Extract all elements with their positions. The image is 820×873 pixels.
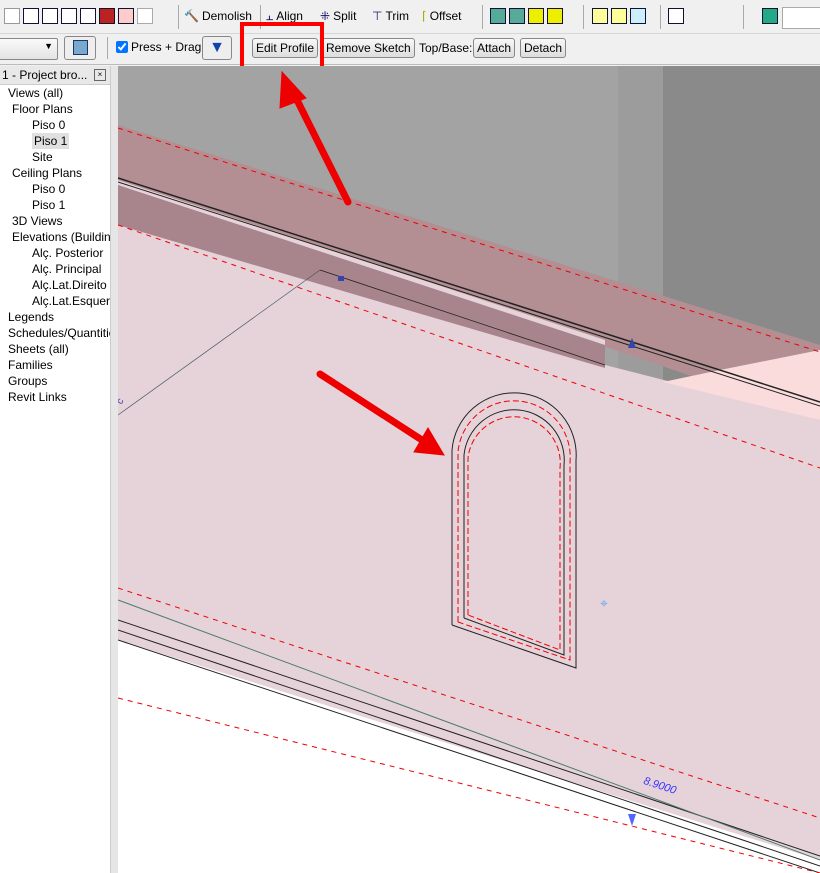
browser-item-label: Alç.Lat.Esquerd <box>32 294 117 308</box>
type-selector-dropdown[interactable]: ▼ <box>0 38 58 60</box>
browser-item[interactable]: Alç.Lat.Direito <box>0 277 110 293</box>
browser-item[interactable]: Site <box>0 149 110 165</box>
split-icon: ⁜ <box>320 9 331 23</box>
remove-sketch-button[interactable]: Remove Sketch <box>322 38 415 58</box>
eyedropper-icon[interactable] <box>23 8 39 24</box>
browser-item[interactable]: Families <box>0 357 110 373</box>
group-tools <box>490 6 563 26</box>
browser-item[interactable]: Alç. Principal <box>0 261 110 277</box>
browser-item[interactable]: Sheets (all) <box>0 341 110 357</box>
browser-item[interactable]: 3D Views <box>0 213 110 229</box>
browser-item-label: Groups <box>8 374 48 388</box>
browser-item[interactable]: Groups <box>0 373 110 389</box>
pen-icon[interactable] <box>42 8 58 24</box>
browser-item-label: Alç.Lat.Direito <box>32 278 107 292</box>
link-icon[interactable] <box>528 8 544 24</box>
browser-item-label: Revit Links <box>8 390 67 404</box>
project-browser: 1 - Project bro... × Views (all) Floor Pla… <box>0 66 117 873</box>
browser-item-label: Piso 1 <box>32 133 70 149</box>
properties-icon <box>73 40 88 55</box>
trim-button[interactable]: ⊤ Trim <box>372 6 409 26</box>
offset-icon: ⌈ <box>422 9 427 23</box>
browser-item[interactable]: Elevations (Building <box>0 229 117 245</box>
browser-item[interactable]: Piso 1 <box>0 197 110 213</box>
browser-item-label: Sheets (all) <box>8 342 69 356</box>
join-tools <box>592 6 646 26</box>
attach-button[interactable]: Attach <box>473 38 516 58</box>
browser-item[interactable]: Alç. Posterior <box>0 245 110 261</box>
browser-item-label: Alç. Principal <box>32 262 102 276</box>
browser-item-label: Views (all) <box>8 86 64 100</box>
project-browser-header: 1 - Project bro... × <box>0 66 110 85</box>
copy-icon[interactable] <box>61 8 77 24</box>
tool-icon[interactable] <box>4 8 20 24</box>
main-toolbar: 🔨 Demolish ⫠ Align ⁜ Split ⊤ Trim ⌈ Offset <box>0 0 820 34</box>
browser-item[interactable]: Legends <box>0 309 110 325</box>
browser-item-label: Families <box>8 358 53 372</box>
browser-item-label: Piso 1 <box>32 198 66 212</box>
ungroup-icon[interactable] <box>509 8 525 24</box>
wall-join-icon[interactable] <box>611 8 627 24</box>
browser-item-label: Piso 0 <box>32 182 66 196</box>
offset-button[interactable]: ⌈ Offset <box>422 6 461 26</box>
paint-icon[interactable] <box>99 8 115 24</box>
trim-icon: ⊤ <box>372 9 383 23</box>
grip-handle[interactable] <box>338 276 344 281</box>
browser-item[interactable]: Floor Plans <box>0 101 110 117</box>
detach-button[interactable]: Detach <box>520 38 567 58</box>
browser-item-label: Legends <box>8 310 55 324</box>
level-marker-icon: ⌖ <box>600 595 608 611</box>
properties-button[interactable] <box>64 36 96 60</box>
browser-item[interactable]: Revit Links <box>0 389 110 405</box>
browser-item-label: Site <box>32 150 53 164</box>
join-icon[interactable] <box>592 8 608 24</box>
disabled-tool-icon <box>137 8 153 24</box>
filter-button[interactable]: ▼ <box>202 36 232 60</box>
browser-item[interactable]: Alç.Lat.Esquerd <box>0 293 117 309</box>
unlink-icon[interactable] <box>547 8 563 24</box>
group-icon[interactable] <box>490 8 506 24</box>
browser-item-label: Floor Plans <box>12 102 73 116</box>
browser-item[interactable]: Piso 0 <box>0 181 110 197</box>
press-drag-checkbox[interactable]: Press + Drag <box>116 40 201 54</box>
measure-icon[interactable] <box>668 8 684 24</box>
browser-item-label: Piso 0 <box>32 118 66 132</box>
browser-item-label: Elevations (Building <box>12 230 118 244</box>
chevron-down-icon: ▼ <box>44 41 53 51</box>
cut-icon[interactable] <box>630 8 646 24</box>
filter-icon: ▼ <box>209 39 225 56</box>
paste-icon[interactable] <box>80 8 96 24</box>
split-button[interactable]: ⁜ Split <box>320 6 356 26</box>
browser-item[interactable]: Piso 1 <box>0 133 110 149</box>
modify-tools <box>4 6 153 26</box>
browser-item[interactable]: Views (all) <box>0 85 110 101</box>
top-base-label: Top/Base: <box>419 41 473 55</box>
browser-item-label: Schedules/Quantitie <box>8 326 116 340</box>
browser-item[interactable]: Piso 0 <box>0 117 110 133</box>
browser-item-label: Ceiling Plans <box>12 166 83 180</box>
render-icon[interactable] <box>762 8 778 24</box>
browser-item[interactable]: Ceiling Plans <box>0 165 110 181</box>
3d-viewport[interactable]: ⌖ c 8.9000 <box>118 66 820 873</box>
browser-item[interactable]: Schedules/Quantitie <box>0 325 115 341</box>
split-face-icon[interactable] <box>118 8 134 24</box>
hammer-icon: 🔨 <box>184 9 199 23</box>
close-icon[interactable]: × <box>94 69 106 81</box>
viewport-canvas: ⌖ <box>118 66 820 873</box>
browser-item-label: 3D Views <box>12 214 63 228</box>
type-input[interactable] <box>782 7 820 29</box>
press-drag-check[interactable] <box>116 41 128 53</box>
browser-tree: Views (all) Floor Plans Piso 0 Piso 1 Site Ce… <box>0 85 117 405</box>
browser-item-label: Alç. Posterior <box>32 246 104 260</box>
